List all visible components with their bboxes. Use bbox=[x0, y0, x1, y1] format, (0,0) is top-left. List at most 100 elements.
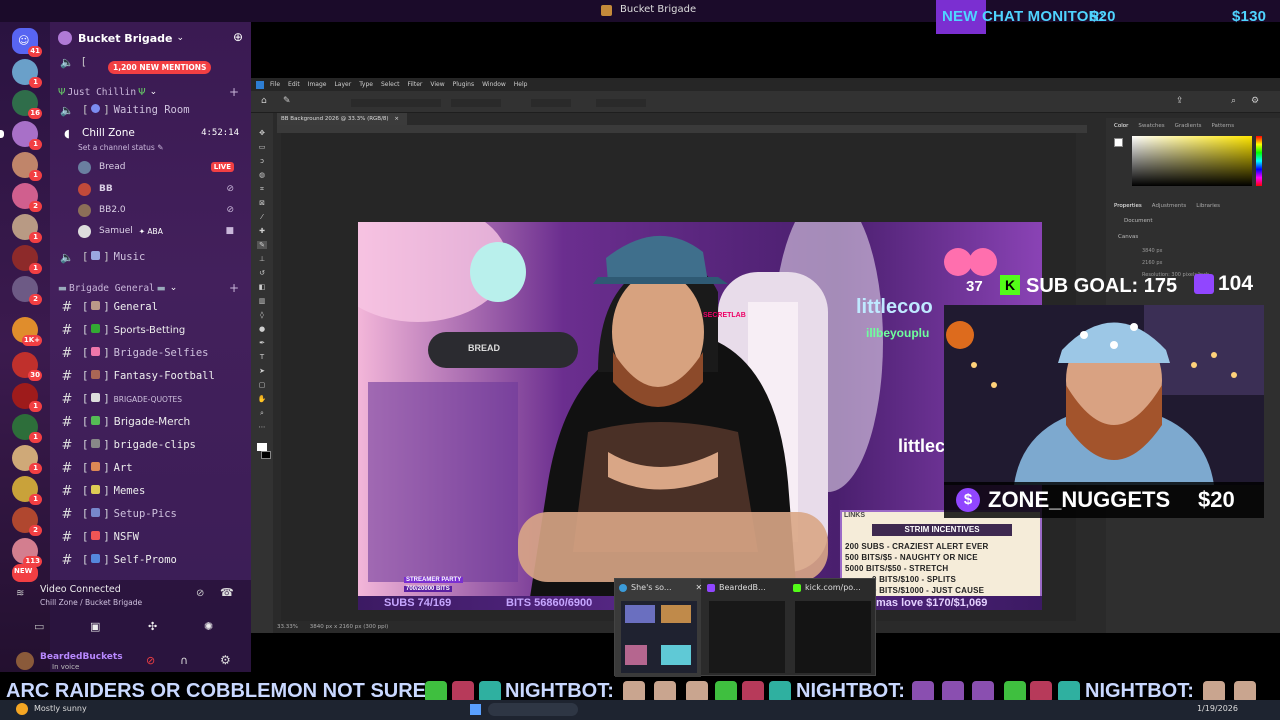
search-icon[interactable]: ⌕ bbox=[1231, 96, 1236, 106]
zoom-level[interactable]: 33.33% bbox=[277, 624, 298, 630]
props-width[interactable]: 3840 px bbox=[1142, 248, 1162, 254]
eyedropper-tool-icon[interactable]: ⁄ bbox=[257, 213, 267, 221]
menu-view[interactable]: View bbox=[430, 81, 444, 88]
tab-properties[interactable]: Properties bbox=[1114, 203, 1142, 209]
screenshare-icon[interactable]: ▣ bbox=[90, 620, 100, 633]
voice-user[interactable]: Bread LIVE bbox=[78, 157, 248, 177]
tab-patterns[interactable]: Patterns bbox=[1211, 123, 1234, 129]
soundboard-icon[interactable]: ✺ bbox=[204, 620, 213, 633]
select-tool-icon[interactable]: ◍ bbox=[257, 171, 267, 179]
server-icon[interactable]: 1 bbox=[12, 383, 42, 412]
server-icon[interactable]: 1 bbox=[12, 476, 42, 505]
share-icon[interactable]: ⇪ bbox=[1176, 96, 1184, 106]
server-icon[interactable]: 16 bbox=[12, 90, 42, 119]
move-tool-icon[interactable]: ✥ bbox=[257, 129, 267, 137]
text-channel[interactable]: # [] NSFW bbox=[50, 527, 251, 547]
brush-icon[interactable]: ✎ bbox=[283, 96, 291, 106]
preview-window[interactable]: BeardedB... bbox=[703, 579, 789, 677]
history-brush-icon[interactable]: ↺ bbox=[257, 269, 267, 277]
menu-layer[interactable]: Layer bbox=[334, 81, 351, 88]
menu-filter[interactable]: Filter bbox=[408, 81, 423, 88]
text-channel[interactable]: # [] Fantasy-Football bbox=[50, 366, 251, 386]
brush-tool-icon[interactable]: ✎ bbox=[257, 241, 267, 249]
menu-select[interactable]: Select bbox=[381, 81, 400, 88]
menu-file[interactable]: File bbox=[270, 81, 280, 88]
category-brigade-general[interactable]: ▬ Brigade General ▬ ⌄ + bbox=[50, 280, 251, 296]
text-channel[interactable]: # [] Setup-Pics bbox=[50, 504, 251, 524]
more-tools-icon[interactable]: ⋯ bbox=[257, 423, 267, 431]
menu-edit[interactable]: Edit bbox=[288, 81, 300, 88]
text-channel[interactable]: # [] Art bbox=[50, 458, 251, 478]
blur-tool-icon[interactable]: ◊ bbox=[257, 311, 267, 319]
server-icon[interactable]: 1 bbox=[12, 152, 42, 181]
smoothing-field[interactable] bbox=[596, 99, 646, 107]
start-button-icon[interactable] bbox=[470, 704, 481, 715]
server-header[interactable]: Bucket Brigade ⌄ ⊕ bbox=[50, 22, 251, 54]
hue-slider[interactable] bbox=[1256, 136, 1262, 186]
background-color-swatch[interactable] bbox=[261, 451, 271, 459]
channel-status[interactable]: Set a channel status ✎ bbox=[78, 143, 163, 152]
path-select-icon[interactable]: ➤ bbox=[257, 367, 267, 375]
preview-window[interactable]: She's so... ✕ bbox=[615, 579, 703, 677]
camera-off-icon[interactable]: ▭ bbox=[34, 620, 44, 633]
home-icon[interactable]: ⌂ bbox=[261, 96, 267, 106]
menu-help[interactable]: Help bbox=[514, 81, 528, 88]
dodge-tool-icon[interactable]: ● bbox=[257, 325, 267, 333]
fg-color-chip[interactable] bbox=[1114, 138, 1123, 147]
voice-user[interactable]: BB2.0 ⊘ bbox=[78, 200, 248, 220]
server-icon[interactable]: 2 bbox=[12, 276, 42, 305]
mic-muted-icon[interactable]: ⊘ bbox=[146, 654, 155, 667]
server-icon[interactable]: 30 bbox=[12, 352, 42, 381]
weather-text[interactable]: Mostly sunny bbox=[34, 704, 87, 713]
tab-libraries[interactable]: Libraries bbox=[1196, 203, 1220, 209]
server-icon[interactable]: 113 bbox=[12, 538, 42, 567]
search-bar[interactable] bbox=[488, 703, 578, 716]
settings-icon[interactable]: ⚙ bbox=[1251, 96, 1259, 106]
eraser-tool-icon[interactable]: ◧ bbox=[257, 283, 267, 291]
menu-image[interactable]: Image bbox=[308, 81, 327, 88]
avatar[interactable] bbox=[16, 652, 34, 670]
close-icon[interactable]: × bbox=[394, 116, 399, 122]
server-icon[interactable]: NEW bbox=[12, 564, 38, 582]
server-icon[interactable]: 2 bbox=[12, 507, 42, 536]
add-channel-icon[interactable]: + bbox=[229, 281, 239, 295]
healing-tool-icon[interactable]: ✚ bbox=[257, 227, 267, 235]
zoom-tool-icon[interactable]: ⌕ bbox=[257, 409, 267, 417]
opacity-field[interactable] bbox=[451, 99, 501, 107]
voice-channel-music[interactable]: 🔈 [] Music bbox=[50, 247, 251, 267]
text-channel[interactable]: # [] brigade-clips bbox=[50, 435, 251, 455]
frame-tool-icon[interactable]: ⊠ bbox=[257, 199, 267, 207]
gradient-tool-icon[interactable]: ▥ bbox=[257, 297, 267, 305]
add-channel-icon[interactable]: + bbox=[229, 85, 239, 99]
server-icon[interactable]: 1 bbox=[12, 59, 42, 88]
add-user-icon[interactable]: ⊕ bbox=[233, 30, 243, 44]
text-channel[interactable]: # [] Sports-Betting bbox=[50, 320, 251, 340]
text-channel[interactable]: # [] Self-Promo bbox=[50, 550, 251, 570]
server-icon[interactable]: 1K+ bbox=[12, 317, 42, 346]
preview-window[interactable]: kick.com/po... bbox=[789, 579, 875, 677]
close-icon[interactable]: ✕ bbox=[696, 583, 703, 592]
foreground-color-swatch[interactable] bbox=[257, 443, 267, 451]
type-tool-icon[interactable]: T bbox=[257, 353, 267, 361]
server-icon-active[interactable]: 1 bbox=[0, 121, 42, 150]
server-icon[interactable]: 1 bbox=[12, 414, 42, 443]
server-icon[interactable]: 1 bbox=[12, 245, 42, 274]
tab-gradients[interactable]: Gradients bbox=[1175, 123, 1202, 129]
voice-user[interactable]: Samuel ✦ ABA ■ bbox=[78, 221, 248, 241]
voice-channel-chill-zone[interactable]: ◖ Chill Zone 4:52:14 bbox=[50, 123, 251, 143]
pen-tool-icon[interactable]: ✒ bbox=[257, 339, 267, 347]
menu-type[interactable]: Type bbox=[359, 81, 373, 88]
text-channel[interactable]: # [] General bbox=[50, 297, 251, 317]
server-icon[interactable]: 2 bbox=[12, 183, 42, 212]
ps-document-tab[interactable]: BB Background 2026 @ 33.3% (RGB/8) × bbox=[277, 113, 407, 125]
stamp-tool-icon[interactable]: ⊥ bbox=[257, 255, 267, 263]
text-channel[interactable]: # [] Memes bbox=[50, 481, 251, 501]
menu-plugins[interactable]: Plugins bbox=[453, 81, 475, 88]
flow-field[interactable] bbox=[531, 99, 571, 107]
crop-tool-icon[interactable]: ⌗ bbox=[257, 185, 267, 193]
text-channel[interactable]: # [] BRIGADE-QUOTES bbox=[50, 389, 251, 409]
color-picker-field[interactable] bbox=[1132, 136, 1252, 186]
voice-user[interactable]: BB ⊘ bbox=[78, 179, 248, 199]
settings-gear-icon[interactable]: ⚙ bbox=[220, 653, 231, 667]
voice-channel-waiting-room[interactable]: 🔈 [] Waiting Room bbox=[50, 100, 251, 120]
